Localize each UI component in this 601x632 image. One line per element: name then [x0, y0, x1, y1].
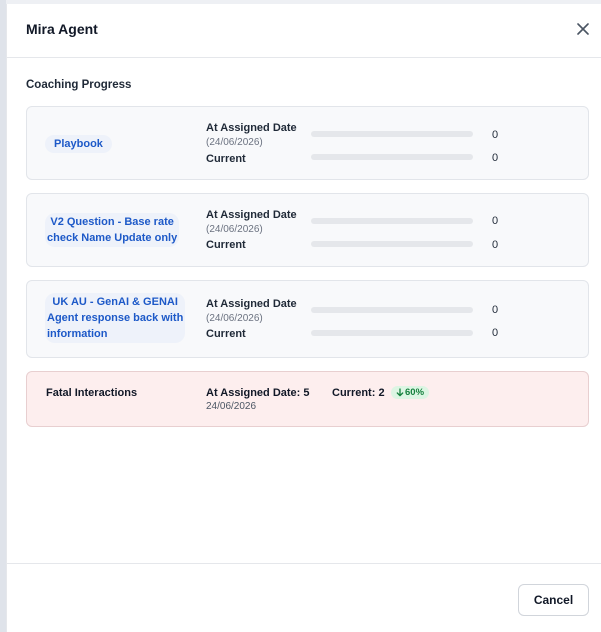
coaching-item-name-line: Playbook: [54, 138, 103, 150]
fatal-interactions-card: Fatal Interactions At Assigned Date: 5 2…: [26, 371, 589, 427]
coaching-item-name[interactable]: V2 Question - Base rate check Name Updat…: [45, 213, 180, 247]
trend-value: 60%: [405, 387, 425, 398]
assigned-progress-value: 0: [492, 215, 499, 227]
assigned-date-value: (24/06/2026): [206, 137, 263, 148]
coaching-card: Playbook At Assigned Date (24/06/2026) C…: [26, 106, 589, 180]
current-label: Current: [206, 153, 246, 165]
coaching-item-name[interactable]: Playbook: [45, 135, 112, 153]
current-label: Current: [206, 328, 246, 340]
coaching-card: UK AU - GenAI & GENAI Agent response bac…: [26, 280, 589, 358]
assigned-date-label: At Assigned Date: [206, 122, 297, 134]
coaching-item-name-line: check Name Update only: [47, 232, 178, 244]
current-progress-value: 0: [492, 239, 499, 251]
coaching-item-name[interactable]: UK AU - GenAI & GENAI Agent response bac…: [45, 293, 186, 343]
coaching-card: V2 Question - Base rate check Name Updat…: [26, 193, 589, 267]
assigned-progress-bar: [311, 307, 473, 313]
current-progress-bar: [311, 154, 473, 160]
current-progress-value: 0: [492, 327, 499, 339]
fatal-assigned-date: 24/06/2026: [206, 401, 257, 412]
assigned-progress-bar: [311, 131, 473, 137]
coaching-item-name-line: V2 Question - Base rate: [50, 216, 174, 228]
assigned-date-label: At Assigned Date: [206, 298, 297, 310]
coaching-item-name-line: Agent response back with: [47, 312, 184, 324]
assigned-date-value: (24/06/2026): [206, 313, 263, 324]
fatal-assigned-value: At Assigned Date: 5: [206, 387, 310, 399]
current-progress-value: 0: [492, 152, 499, 164]
modal-header: Mira Agent: [7, 4, 601, 58]
close-button[interactable]: [573, 19, 593, 39]
current-progress-bar: [311, 330, 473, 336]
assigned-progress-value: 0: [492, 304, 499, 316]
arrow-down-icon: [396, 388, 404, 397]
assigned-progress-value: 0: [492, 129, 499, 141]
coaching-item-name-line: UK AU - GenAI & GENAI: [52, 296, 178, 308]
assigned-progress-bar: [311, 218, 473, 224]
cancel-button[interactable]: Cancel: [518, 584, 589, 616]
section-title: Coaching Progress: [26, 79, 132, 91]
mira-agent-modal: Mira Agent Coaching Progress Playbook At…: [6, 4, 601, 632]
close-icon: [577, 23, 589, 35]
current-label: Current: [206, 239, 246, 251]
current-progress-bar: [311, 241, 473, 247]
fatal-interactions-label: Fatal Interactions: [46, 387, 138, 399]
trend-badge: 60%: [391, 386, 430, 399]
modal-title: Mira Agent: [26, 21, 98, 37]
fatal-current-value: Current: 2: [332, 387, 385, 399]
assigned-date-value: (24/06/2026): [206, 224, 263, 235]
coaching-item-name-line: information: [47, 328, 108, 340]
modal-footer: Cancel: [7, 563, 601, 632]
assigned-date-label: At Assigned Date: [206, 209, 297, 221]
